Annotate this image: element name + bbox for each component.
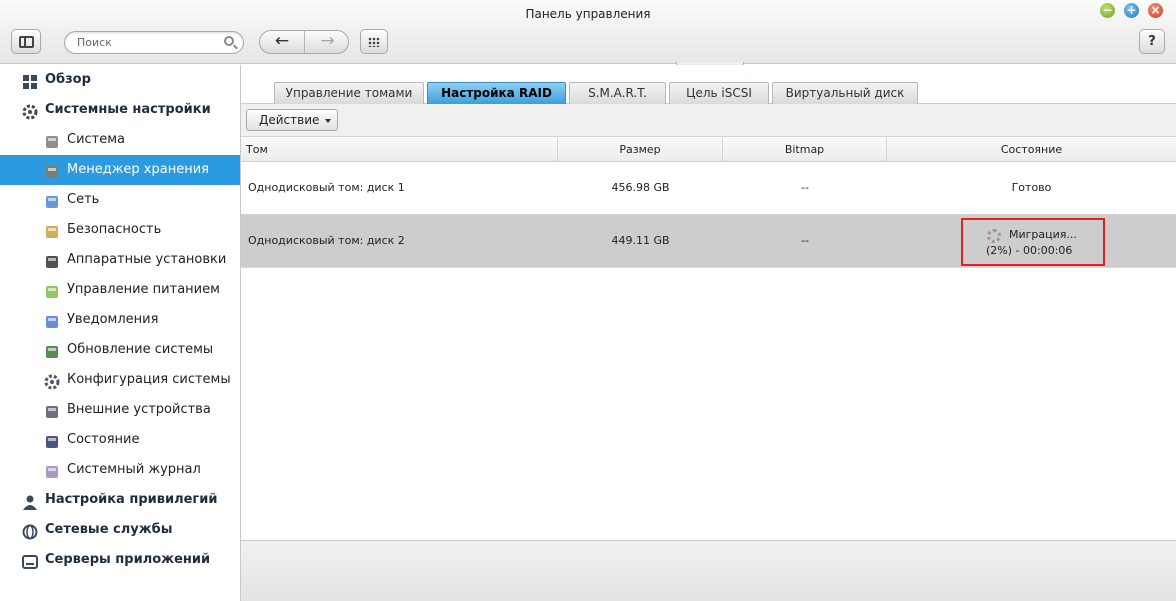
sidebar-item-label: Уведомления <box>67 312 159 327</box>
sidebar-item[interactable]: Состояние <box>0 425 240 455</box>
main-panel: Управление томами Настройка RAID S.M.A.R… <box>241 65 1176 601</box>
sidebar-item[interactable]: Сетевые службы <box>0 515 240 545</box>
back-arrow-icon[interactable]: ← <box>260 31 305 53</box>
globe-icon <box>22 522 38 540</box>
action-label: Действие <box>259 113 320 127</box>
notification-icon <box>44 312 60 328</box>
sidebar: Обзор Системные настройки Система Менеджер … <box>0 65 241 601</box>
external-device-icon <box>44 402 60 418</box>
column-status[interactable]: Состояние <box>887 138 1176 161</box>
sidebar-item[interactable]: Аппаратные установки <box>0 245 240 275</box>
sidebar-item-label: Аппаратные установки <box>67 252 227 267</box>
volume-cell: Однодисковый том: диск 1 <box>248 181 405 194</box>
column-volume[interactable]: Том <box>241 138 558 161</box>
sidebar-item[interactable]: Система <box>0 125 240 155</box>
sidebar-item-label: Сетевые службы <box>45 522 173 537</box>
sidebar-item-label: Обновление системы <box>67 342 214 357</box>
update-icon <box>44 342 60 358</box>
sidebar-item-label: Безопасность <box>67 222 162 237</box>
table-header: Том Размер Bitmap Состояние <box>241 138 1176 162</box>
size-cell: 449.11 GB <box>611 234 670 247</box>
sidebar-item[interactable]: Системные настройки <box>0 95 240 125</box>
maximize-button[interactable]: + <box>1124 3 1139 18</box>
search-icon[interactable] <box>224 36 234 46</box>
sidebar-item[interactable]: Управление питанием <box>0 275 240 305</box>
table-row-selected[interactable]: Однодисковый том: диск 2 449.11 GB -- Ми… <box>241 215 1176 268</box>
table-row[interactable]: Однодисковый том: диск 1 456.98 GB -- Го… <box>241 162 1176 215</box>
storage-icon <box>44 162 60 178</box>
lock-icon <box>44 222 60 238</box>
sidebar-item[interactable]: Обновление системы <box>0 335 240 365</box>
migration-status-text: Миграция... <box>1009 228 1077 241</box>
footer-bar <box>241 540 1176 601</box>
sidebar-item-label: Серверы приложений <box>45 552 211 567</box>
tab-iscsi-target[interactable]: Цель iSCSI <box>669 82 769 104</box>
user-icon <box>22 492 38 510</box>
menu-panel-icon <box>19 36 34 48</box>
minimize-button[interactable]: − <box>1100 3 1115 18</box>
config-gear-icon <box>44 372 60 390</box>
sidebar-item-label: Системные настройки <box>45 102 211 117</box>
overview-icon <box>22 72 38 89</box>
apps-grid-button[interactable] <box>360 29 388 54</box>
loading-spinner-icon <box>987 229 1001 243</box>
close-button[interactable]: × <box>1148 3 1163 18</box>
window-title: Панель управления <box>525 7 651 21</box>
sidebar-item[interactable]: Конфигурация системы <box>0 365 240 395</box>
help-button[interactable]: ? <box>1139 29 1165 54</box>
tab-bar: Управление томами Настройка RAID S.M.A.R… <box>241 65 1176 104</box>
sidebar-item-label: Системный журнал <box>67 462 201 477</box>
tab-volume-management[interactable]: Управление томами <box>274 82 424 104</box>
search-input[interactable] <box>77 35 217 50</box>
hardware-icon <box>44 252 60 268</box>
status-cell: Готово <box>1011 181 1052 194</box>
volume-cell: Однодисковый том: диск 2 <box>248 234 405 247</box>
migration-status-highlight: Миграция... (2%) - 00:00:06 <box>961 218 1105 266</box>
sidebar-item-label: Внешние устройства <box>67 402 211 417</box>
action-dropdown[interactable]: Действие <box>246 109 338 131</box>
sidebar-item-label: Обзор <box>45 72 91 87</box>
sidebar-item-label: Менеджер хранения <box>67 162 209 177</box>
caret-down-icon <box>325 119 331 123</box>
column-size[interactable]: Размер <box>558 138 723 161</box>
sidebar-item-label: Состояние <box>67 432 140 447</box>
sidebar-item[interactable]: Обзор <box>0 65 240 95</box>
sidebar-item-label: Система <box>67 132 126 147</box>
sidebar-item-label: Конфигурация системы <box>67 372 231 387</box>
tab-smart[interactable]: S.M.A.R.T. <box>569 82 666 104</box>
tab-virtual-disk[interactable]: Виртуальный диск <box>772 82 918 104</box>
power-bulb-icon <box>44 282 60 298</box>
grid-icon <box>368 37 380 47</box>
sidebar-item[interactable]: Сеть <box>0 185 240 215</box>
network-icon <box>44 192 60 208</box>
action-toolbar: Действие <box>241 104 1176 137</box>
sidebar-item[interactable]: Внешние устройства <box>0 395 240 425</box>
system-icon <box>44 132 60 148</box>
navigation-buttons: ← → <box>259 30 349 54</box>
settings-gear-icon <box>22 102 38 120</box>
log-icon <box>44 462 60 478</box>
sidebar-item[interactable]: Серверы приложений <box>0 545 240 575</box>
size-cell: 456.98 GB <box>611 181 670 194</box>
title-bar: Панель управления − + × ← → ? <box>0 0 1176 64</box>
sidebar-item[interactable]: Менеджер хранения <box>0 155 240 185</box>
sidebar-item[interactable]: Настройка привилегий <box>0 485 240 515</box>
forward-arrow-icon[interactable]: → <box>305 31 348 53</box>
main-menu-button[interactable] <box>11 29 41 54</box>
bitmap-cell: -- <box>801 181 809 194</box>
bitmap-cell: -- <box>801 234 809 247</box>
app-server-icon <box>22 552 38 569</box>
monitor-icon <box>44 432 60 448</box>
sidebar-item-label: Управление питанием <box>67 282 220 297</box>
sidebar-item[interactable]: Системный журнал <box>0 455 240 485</box>
sidebar-item-label: Сеть <box>67 192 100 207</box>
sidebar-item-label: Настройка привилегий <box>45 492 218 507</box>
search-field[interactable] <box>64 31 244 54</box>
migration-progress-text: (2%) - 00:00:06 <box>986 244 1073 257</box>
sidebar-item[interactable]: Безопасность <box>0 215 240 245</box>
tab-raid-settings[interactable]: Настройка RAID <box>427 82 566 104</box>
column-bitmap[interactable]: Bitmap <box>723 138 887 161</box>
sidebar-item[interactable]: Уведомления <box>0 305 240 335</box>
